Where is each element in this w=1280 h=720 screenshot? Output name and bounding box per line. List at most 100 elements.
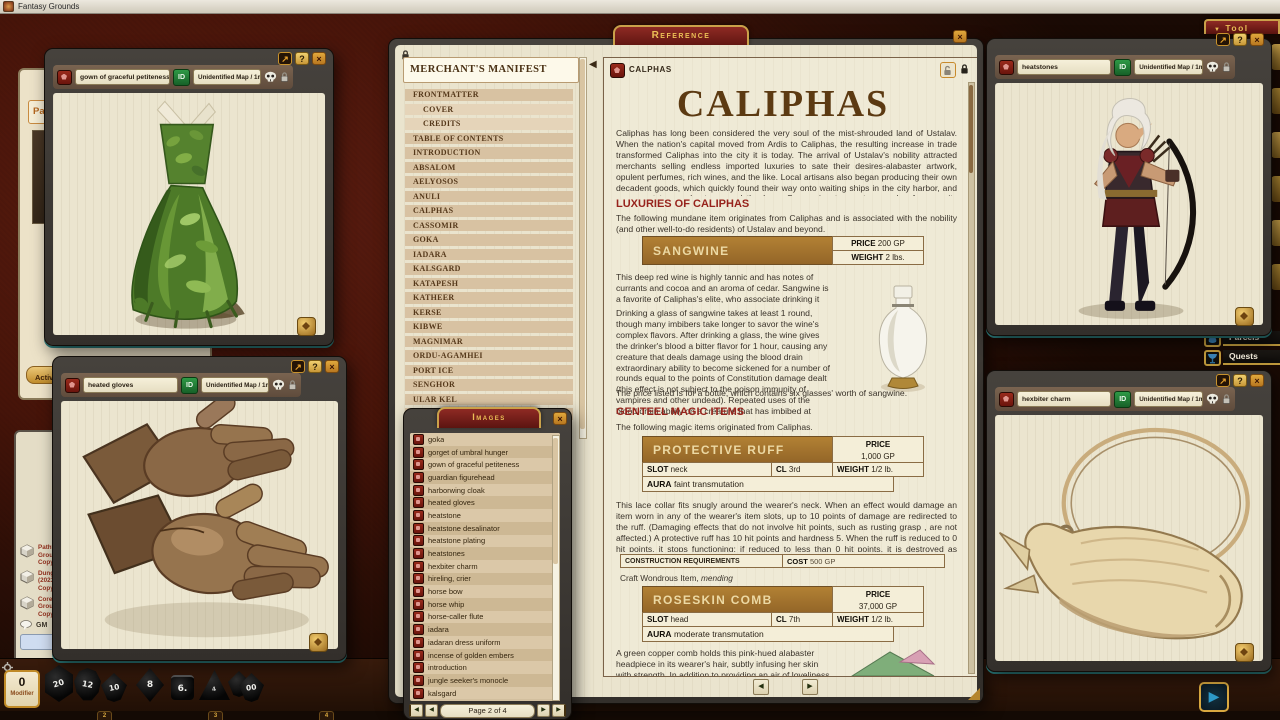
page-prev-button[interactable]: ◀ bbox=[753, 679, 769, 695]
image-title-field[interactable]: heated gloves bbox=[83, 377, 178, 393]
image-list-item[interactable]: goka bbox=[410, 433, 560, 446]
toc-item[interactable]: CREDITS bbox=[405, 118, 573, 130]
sidebar-collapse-icon[interactable]: ◀ bbox=[589, 59, 597, 70]
unlock-button[interactable] bbox=[940, 62, 956, 78]
article-record-icon[interactable] bbox=[610, 63, 625, 78]
skull-icon[interactable] bbox=[1206, 61, 1219, 73]
image-list-item[interactable]: hireling, crier bbox=[410, 573, 560, 586]
image-list-item[interactable]: heatstone plating bbox=[410, 535, 560, 548]
id-badge[interactable]: ID bbox=[173, 69, 190, 86]
image-title-field[interactable]: heatstones bbox=[1017, 59, 1111, 75]
image-list-item[interactable]: kalsgard bbox=[410, 687, 560, 700]
image-list-item[interactable]: heatstone desalinator bbox=[410, 522, 560, 535]
image-list-item[interactable]: incense of golden embers bbox=[410, 649, 560, 662]
id-badge[interactable]: ID bbox=[1114, 391, 1131, 408]
hexbiter-image-canvas[interactable] bbox=[995, 415, 1263, 661]
toc-item[interactable]: CALPHAS bbox=[405, 205, 573, 217]
image-list-item[interactable]: horse bow bbox=[410, 585, 560, 598]
share-icon[interactable]: ↗ bbox=[278, 52, 292, 65]
images-tab[interactable]: Images bbox=[437, 407, 541, 428]
toc-item[interactable]: PORT ICE bbox=[405, 365, 573, 377]
close-icon[interactable]: × bbox=[1250, 33, 1264, 46]
image-list-item[interactable]: jungle seeker's monocle bbox=[410, 674, 560, 687]
toc-item[interactable]: ORDU-AGAMHEI bbox=[405, 350, 573, 362]
share-icon[interactable]: ↗ bbox=[1216, 33, 1230, 46]
image-list-item[interactable]: heatstones bbox=[410, 547, 560, 560]
image-list-item[interactable]: hexbiter charm bbox=[410, 560, 560, 573]
close-icon[interactable]: × bbox=[312, 52, 326, 65]
image-list-item[interactable]: heated gloves bbox=[410, 496, 560, 509]
toc-item[interactable]: ULAR KEL bbox=[405, 394, 573, 406]
images-close-button[interactable]: × bbox=[553, 412, 567, 425]
manifest-title-box[interactable]: MERCHANT'S MANIFEST bbox=[403, 57, 579, 83]
skull-icon[interactable] bbox=[264, 71, 277, 83]
gloves-image-canvas[interactable] bbox=[61, 401, 338, 649]
article-lock-icon[interactable] bbox=[960, 63, 969, 75]
image-list-item[interactable]: heatstone bbox=[410, 509, 560, 522]
toc-item[interactable]: IADARA bbox=[405, 249, 573, 261]
image-record-icon[interactable] bbox=[65, 378, 80, 393]
id-badge[interactable]: ID bbox=[181, 377, 198, 394]
lock-icon[interactable] bbox=[1222, 393, 1231, 405]
help-icon[interactable]: ? bbox=[1233, 374, 1247, 387]
image-list-item[interactable]: horse-caller flute bbox=[410, 611, 560, 624]
image-list-item[interactable]: iadara bbox=[410, 623, 560, 636]
reference-tab[interactable]: Reference bbox=[613, 25, 749, 47]
image-list-item[interactable]: horse whip bbox=[410, 598, 560, 611]
toc-item[interactable]: FRONTMATTER bbox=[405, 89, 573, 101]
map-scale-field[interactable]: Unidentified Map / 1m bbox=[1134, 391, 1203, 407]
gown-image-canvas[interactable] bbox=[53, 93, 325, 335]
image-record-icon[interactable] bbox=[999, 60, 1014, 75]
tool-tab[interactable]: ▼ Tool bbox=[1204, 19, 1280, 34]
lock-icon[interactable] bbox=[288, 379, 297, 391]
id-badge[interactable]: ID bbox=[1114, 59, 1131, 76]
image-title-field[interactable]: hexbiter charm bbox=[1017, 391, 1111, 407]
quests-button[interactable]: Quests bbox=[1204, 350, 1280, 366]
play-button[interactable]: ▶ bbox=[1199, 682, 1229, 712]
image-list-item[interactable]: harborwing cloak bbox=[410, 484, 560, 497]
help-icon[interactable]: ? bbox=[1233, 33, 1247, 46]
image-list-item[interactable]: guardian figurehead bbox=[410, 471, 560, 484]
toc-item[interactable]: ABSALOM bbox=[405, 162, 573, 174]
image-list-item[interactable]: gown of graceful petiteness bbox=[410, 458, 560, 471]
heatstones-image-canvas[interactable] bbox=[995, 83, 1263, 325]
map-scale-field[interactable]: Unidentified Map / 1m bbox=[193, 69, 261, 85]
reference-resize-grip[interactable] bbox=[968, 688, 980, 700]
toc-item[interactable]: KATAPESH bbox=[405, 278, 573, 290]
images-scrollbar[interactable] bbox=[552, 435, 560, 701]
close-icon[interactable]: × bbox=[1250, 374, 1264, 387]
toc-item[interactable]: AELYOSOS bbox=[405, 176, 573, 188]
map-scale-field[interactable]: Unidentified Map / 1m bbox=[1134, 59, 1203, 75]
image-list-item[interactable]: gorget of umbral hunger bbox=[410, 446, 560, 459]
map-scale-field[interactable]: Unidentified Map / 1m bbox=[201, 377, 269, 393]
toc-item[interactable]: SENGHOR bbox=[405, 379, 573, 391]
hotbar-tab[interactable]: 4 bbox=[319, 711, 334, 720]
help-icon[interactable]: ? bbox=[308, 360, 322, 373]
toc-item[interactable]: KIBWE bbox=[405, 321, 573, 333]
image-record-icon[interactable] bbox=[999, 392, 1014, 407]
toc-item[interactable]: MAGNIMAR bbox=[405, 336, 573, 348]
toc-item[interactable]: KERSE bbox=[405, 307, 573, 319]
hotbar-tab[interactable]: 2 bbox=[97, 711, 112, 720]
help-icon[interactable]: ? bbox=[295, 52, 309, 65]
prev-page-icon[interactable]: ◀ bbox=[425, 704, 438, 717]
modifier-box[interactable]: 0 Modifier bbox=[4, 670, 40, 708]
last-page-icon[interactable]: ▶ bbox=[552, 704, 566, 717]
toc-item[interactable]: COVER bbox=[405, 104, 573, 116]
sidebar-scrollbar[interactable] bbox=[579, 57, 587, 439]
lock-icon[interactable] bbox=[280, 71, 289, 83]
share-icon[interactable]: ↗ bbox=[291, 360, 305, 373]
skull-icon[interactable] bbox=[1206, 393, 1219, 405]
share-icon[interactable]: ↗ bbox=[1216, 374, 1230, 387]
toc-item[interactable]: TABLE OF CONTENTS bbox=[405, 133, 573, 145]
skull-icon[interactable] bbox=[272, 379, 285, 391]
d6-die[interactable]: 6. bbox=[171, 675, 194, 700]
first-page-icon[interactable]: ◀ bbox=[409, 704, 423, 717]
toc-item[interactable]: KATHEER bbox=[405, 292, 573, 304]
image-list-item[interactable]: introduction bbox=[410, 661, 560, 674]
lock-icon[interactable] bbox=[1222, 61, 1231, 73]
image-list-item[interactable]: iadaran dress uniform bbox=[410, 636, 560, 649]
hotbar-tab[interactable]: 3 bbox=[208, 711, 223, 720]
toc-item[interactable]: KALSGARD bbox=[405, 263, 573, 275]
image-record-icon[interactable] bbox=[57, 70, 72, 85]
